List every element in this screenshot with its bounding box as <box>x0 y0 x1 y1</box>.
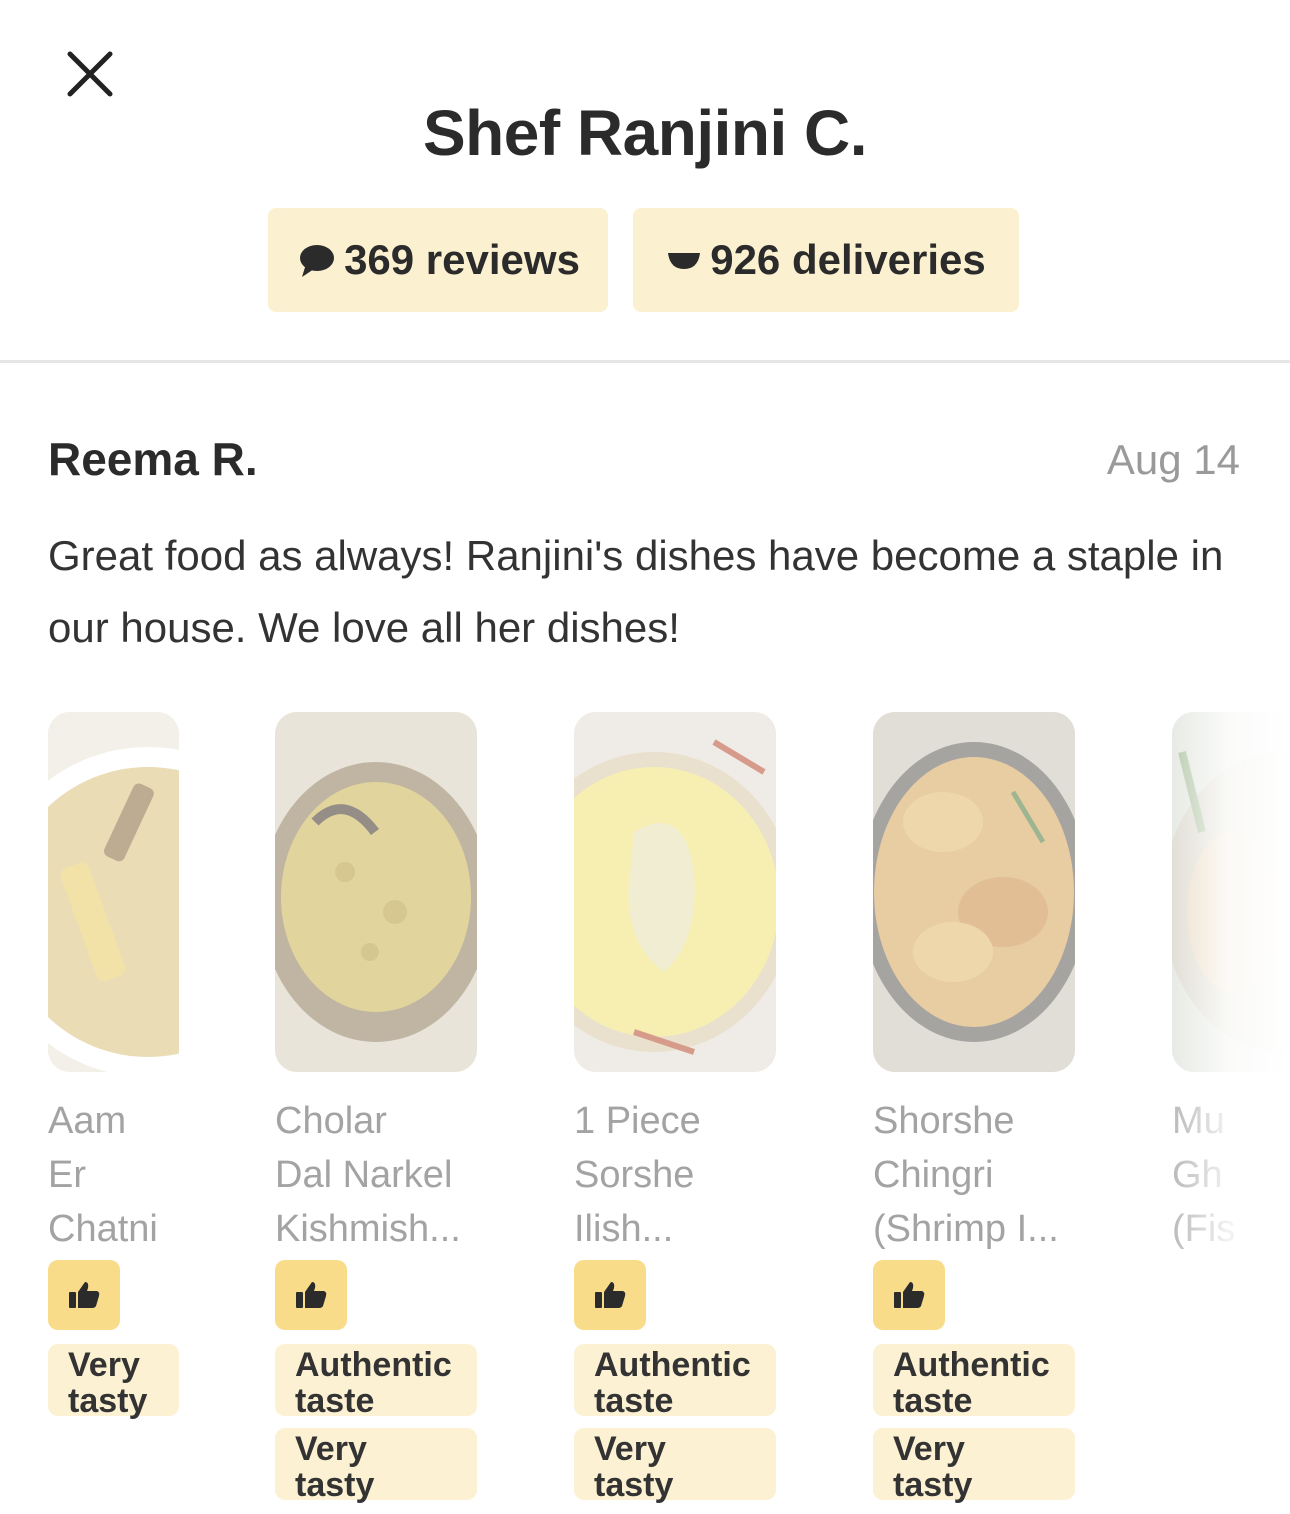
reviews-badge: 369 reviews <box>268 208 608 312</box>
thumbs-up-icon <box>894 1282 925 1308</box>
header-divider <box>0 360 1290 363</box>
tag-very-tasty: Very tasty <box>275 1428 477 1503</box>
like-button[interactable] <box>873 1260 945 1330</box>
dish-name: Shorshe Chingri (Shrimp I... <box>873 1100 1059 1250</box>
review-date: Aug 14 <box>1106 436 1240 483</box>
deliveries-badge: 926 deliveries <box>633 208 1019 312</box>
page-title: Shef Ranjini C. <box>422 97 868 169</box>
like-button[interactable] <box>48 1260 120 1330</box>
dish-card[interactable]: Shorshe Chingri (Shrimp I... Authentic t… <box>873 712 1075 1503</box>
reviews-count: 369 reviews <box>344 236 580 283</box>
thumbs-up-icon <box>69 1282 100 1308</box>
like-button[interactable] <box>275 1260 347 1330</box>
dish-card[interactable]: Aam Er Chatni Very tasty <box>48 712 179 1419</box>
dish-name: 1 Piece Sorshe Ilish... <box>574 1100 701 1250</box>
reviewer-name: Reema R. <box>48 433 258 485</box>
dish-name: Cholar Dal Narkel Kishmish... <box>275 1100 461 1250</box>
thumbs-up-icon <box>595 1282 626 1308</box>
dish-carousel[interactable]: Aam Er Chatni Very tasty Cholar Dal Nark… <box>0 712 1290 1514</box>
tag-very-tasty: Very tasty <box>873 1428 1075 1503</box>
dish-name: Aam Er Chatni <box>48 1100 158 1250</box>
tag-authentic-taste: Authentic taste <box>574 1344 776 1419</box>
tag-authentic-taste: Authentic taste <box>275 1344 477 1419</box>
dish-photo <box>574 712 776 1072</box>
review-text: Great food as always! Ranjini's dishes h… <box>48 532 1224 651</box>
tag-very-tasty: Very tasty <box>48 1344 179 1419</box>
dish-card[interactable]: Cholar Dal Narkel Kishmish... Authentic … <box>275 712 477 1503</box>
dish-card[interactable]: 1 Piece Sorshe Ilish... Authentic taste … <box>574 712 776 1503</box>
speech-bubble-icon <box>300 245 335 277</box>
dish-photo <box>1172 712 1290 1072</box>
dish-photo <box>275 712 477 1072</box>
dish-card[interactable]: Mu Gh (Fis <box>1172 712 1290 1250</box>
tag-authentic-taste: Authentic taste <box>873 1344 1075 1419</box>
bowl-icon <box>668 253 701 269</box>
dish-photo <box>873 712 1075 1072</box>
like-button[interactable] <box>574 1260 646 1330</box>
dish-photo <box>48 712 179 1072</box>
dish-name: Mu Gh (Fis <box>1172 1100 1236 1250</box>
tag-very-tasty: Very tasty <box>574 1428 776 1503</box>
deliveries-count: 926 deliveries <box>710 236 986 283</box>
thumbs-up-icon <box>296 1282 327 1308</box>
